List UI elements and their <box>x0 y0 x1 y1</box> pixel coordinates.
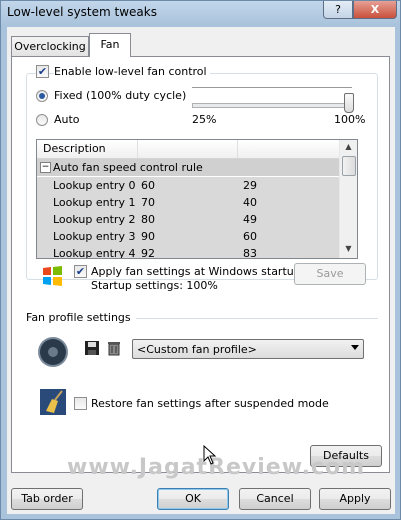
fixed-mode-label: Fixed (100% duty cycle) <box>54 89 187 102</box>
table-row[interactable]: Lookup entry 1 70 40 <box>37 194 339 212</box>
fan-icon <box>38 337 68 367</box>
enable-fan-control-label: Enable low-level fan control <box>54 65 210 78</box>
startup-settings-text: Startup settings: 100% <box>91 279 218 292</box>
apply-button[interactable]: Apply <box>319 488 391 510</box>
duty-cycle-slider-thumb[interactable] <box>344 93 354 113</box>
windows-logo-icon <box>43 266 62 286</box>
row-value-b: 40 <box>243 196 257 209</box>
ok-button[interactable]: OK <box>157 488 229 510</box>
fan-rule-list[interactable]: Description − Auto fan speed control rul… <box>36 139 358 259</box>
table-row[interactable]: Lookup entry 0 60 29 <box>37 177 339 195</box>
restore-after-suspend-label: Restore fan settings after suspended mod… <box>91 397 329 410</box>
restore-after-suspend-checkbox[interactable] <box>74 397 87 410</box>
row-name: Lookup entry 3 <box>53 230 136 243</box>
save-button[interactable]: Save <box>294 263 366 285</box>
delete-profile-icon[interactable] <box>106 340 122 356</box>
row-value-a: 90 <box>141 230 155 243</box>
enable-fan-control-checkbox[interactable]: ✔ <box>36 65 49 78</box>
chevron-down-icon[interactable] <box>351 345 359 350</box>
scrollbar-thumb[interactable] <box>342 156 356 176</box>
table-row[interactable]: Lookup entry 2 80 49 <box>37 211 339 229</box>
row-value-b: 49 <box>243 213 257 226</box>
close-button[interactable]: X <box>353 1 397 19</box>
row-name: Lookup entry 1 <box>53 196 136 209</box>
row-value-a: 80 <box>141 213 155 226</box>
scroll-up-icon[interactable]: ▲ <box>340 142 357 151</box>
slider-min-label: 25% <box>192 113 217 126</box>
fixed-mode-radio[interactable] <box>36 90 48 102</box>
fan-tab-panel: ✔ Enable low-level fan control Fixed (10… <box>11 56 390 473</box>
slider-max-label: 100% <box>334 113 366 126</box>
apply-at-startup-label: Apply fan settings at Windows startup <box>91 265 301 278</box>
dialog-client-area: Overclocking Fan ✔ Enable low-level fan … <box>7 27 395 514</box>
row-name: Lookup entry 4 <box>53 247 136 259</box>
help-button[interactable]: ? <box>323 1 353 19</box>
row-name: Lookup entry 0 <box>53 179 136 192</box>
title-bar[interactable]: Low-level system tweaks ? X <box>1 1 400 25</box>
restore-broom-icon <box>40 389 66 415</box>
row-value-a: 92 <box>141 247 155 259</box>
collapse-icon[interactable]: − <box>40 162 51 173</box>
row-value-b: 83 <box>243 247 257 259</box>
fan-profile-select[interactable]: <Custom fan profile> <box>132 339 364 359</box>
tab-overclocking[interactable]: Overclocking <box>11 36 89 56</box>
save-profile-icon[interactable] <box>84 340 100 356</box>
row-value-b: 60 <box>243 230 257 243</box>
tab-order-button[interactable]: Tab order <box>11 488 83 510</box>
fan-profile-section-label: Fan profile settings <box>26 311 131 324</box>
list-scrollbar[interactable]: ▲ ▼ <box>339 140 357 258</box>
cancel-button[interactable]: Cancel <box>239 488 311 510</box>
slider-tick-marks <box>192 87 352 92</box>
dialog-window: Low-level system tweaks ? X Overclocking… <box>0 0 401 520</box>
table-row[interactable]: Lookup entry 3 90 60 <box>37 228 339 246</box>
window-title: Low-level system tweaks <box>7 5 157 19</box>
scroll-down-icon[interactable]: ▼ <box>340 244 357 253</box>
duty-cycle-slider[interactable] <box>192 103 354 108</box>
list-group-row[interactable]: − Auto fan speed control rule <box>37 159 339 177</box>
header-column-divider <box>237 140 238 158</box>
row-value-b: 29 <box>243 179 257 192</box>
group-label: Auto fan speed control rule <box>53 161 203 174</box>
selected-profile-text: <Custom fan profile> <box>137 343 257 356</box>
apply-at-startup-checkbox[interactable]: ✔ <box>74 265 87 278</box>
section-divider <box>136 318 378 319</box>
header-description: Description <box>43 142 106 155</box>
row-value-a: 70 <box>141 196 155 209</box>
table-row[interactable]: Lookup entry 4 92 83 <box>37 245 339 259</box>
auto-mode-label: Auto <box>54 113 80 126</box>
row-name: Lookup entry 2 <box>53 213 136 226</box>
list-header: Description <box>37 140 339 159</box>
mouse-cursor-icon <box>203 445 217 465</box>
header-column-divider <box>137 140 138 158</box>
auto-mode-radio[interactable] <box>36 114 48 126</box>
row-value-a: 60 <box>141 179 155 192</box>
tab-fan[interactable]: Fan <box>89 33 131 57</box>
